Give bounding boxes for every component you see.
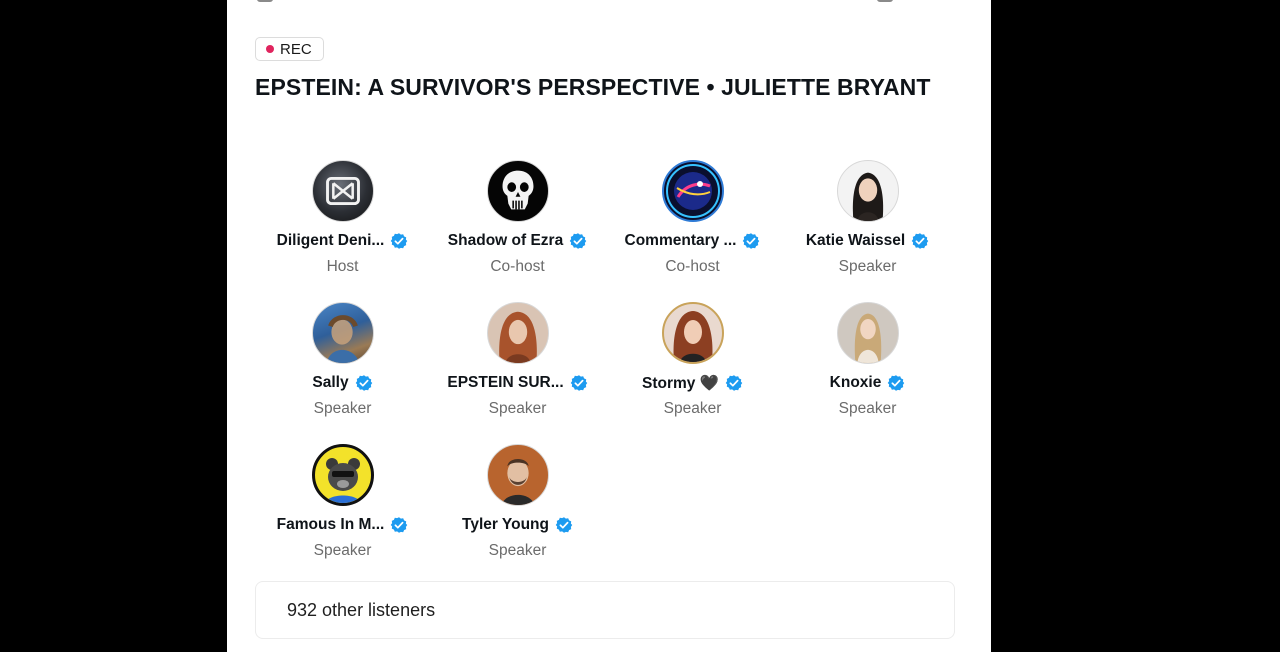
participant-famous-in-m[interactable]: Famous In M... Speaker xyxy=(255,444,430,586)
share-icon[interactable] xyxy=(877,0,893,2)
avatar[interactable] xyxy=(836,160,899,222)
verified-badge-icon xyxy=(391,517,408,533)
space-panel: REC EPSTEIN: A SURVIVOR'S PERSPECTIVE • … xyxy=(227,0,991,652)
participant-name: EPSTEIN SUR... xyxy=(447,374,564,391)
rec-badge: REC xyxy=(255,37,324,61)
xspaces-badge-icon xyxy=(665,164,720,218)
participant-role: Speaker xyxy=(313,542,372,559)
verified-badge-icon xyxy=(570,375,587,391)
rec-label: REC xyxy=(280,40,312,58)
participant-name: Katie Waissel xyxy=(805,232,906,249)
participant-tyler-young[interactable]: Tyler Young Speaker xyxy=(430,444,605,586)
avatar[interactable] xyxy=(836,302,899,364)
skull-icon xyxy=(502,170,533,210)
verified-badge-icon xyxy=(569,233,587,249)
space-title: EPSTEIN: A SURVIVOR'S PERSPECTIVE • JULI… xyxy=(255,74,931,100)
participant-role: Speaker xyxy=(838,258,897,275)
participant-role: Speaker xyxy=(838,400,897,417)
participant-name: Famous In M... xyxy=(276,516,385,533)
other-listeners-row[interactable]: 932 other listeners xyxy=(255,581,955,639)
portrait-photo xyxy=(854,313,881,363)
avatar[interactable] xyxy=(311,302,374,364)
participant-name: Diligent Deni... xyxy=(276,232,385,249)
verified-badge-icon xyxy=(555,517,573,533)
participant-knoxie[interactable]: Knoxie Speaker xyxy=(780,302,955,444)
avatar[interactable] xyxy=(486,160,549,222)
portrait-photo xyxy=(852,172,883,221)
participant-role: Speaker xyxy=(313,400,372,417)
avatar[interactable] xyxy=(661,302,724,364)
participant-name: Commentary ... xyxy=(624,232,737,249)
participant-role: Speaker xyxy=(488,400,547,417)
participant-name: Sally xyxy=(312,374,349,391)
participant-name: Tyler Young xyxy=(462,516,549,533)
avatar[interactable] xyxy=(311,160,374,222)
avatar[interactable] xyxy=(311,444,374,506)
participant-stormy[interactable]: Stormy 🖤 Speaker xyxy=(605,302,780,444)
participant-name: Shadow of Ezra xyxy=(447,232,564,249)
participant-name: Knoxie xyxy=(829,374,882,391)
recording-dot-icon xyxy=(266,45,274,53)
participant-role: Co-host xyxy=(665,258,720,275)
participant-role: Host xyxy=(326,258,359,275)
participant-commentary[interactable]: Commentary ... Co-host xyxy=(605,160,780,302)
participant-epstein-survivor[interactable]: EPSTEIN SUR... Speaker xyxy=(430,302,605,444)
verified-badge-icon xyxy=(743,233,760,249)
cartoon-bear-icon xyxy=(324,458,361,503)
avatar[interactable] xyxy=(486,302,549,364)
participant-katie-waissel[interactable]: Katie Waissel Speaker xyxy=(780,160,955,302)
participant-shadow-of-ezra[interactable]: Shadow of Ezra Co-host xyxy=(430,160,605,302)
verified-badge-icon xyxy=(911,233,929,249)
verified-badge-icon xyxy=(355,375,372,391)
participant-sally[interactable]: Sally Speaker xyxy=(255,302,430,444)
portrait-photo xyxy=(498,311,537,363)
listeners-count-label: 932 other listeners xyxy=(287,599,436,620)
participant-name: Stormy 🖤 xyxy=(641,374,719,392)
back-arrow-icon[interactable] xyxy=(257,0,273,2)
participant-role: Speaker xyxy=(488,542,547,559)
painting-photo xyxy=(326,315,359,363)
participant-diligent-denizen[interactable]: Diligent Deni... Host xyxy=(255,160,430,302)
double-d-logo-icon xyxy=(325,176,360,206)
verified-badge-icon xyxy=(391,233,408,249)
portrait-photo xyxy=(673,311,712,362)
portrait-photo xyxy=(501,459,534,505)
avatar[interactable] xyxy=(661,160,724,222)
avatar[interactable] xyxy=(486,444,549,506)
participants-grid: Diligent Deni... Host Shadow of Ezra Co-… xyxy=(255,160,955,586)
participant-role: Speaker xyxy=(663,400,722,417)
participant-role: Co-host xyxy=(490,258,545,275)
verified-badge-icon xyxy=(888,375,905,391)
verified-badge-icon xyxy=(725,375,743,391)
